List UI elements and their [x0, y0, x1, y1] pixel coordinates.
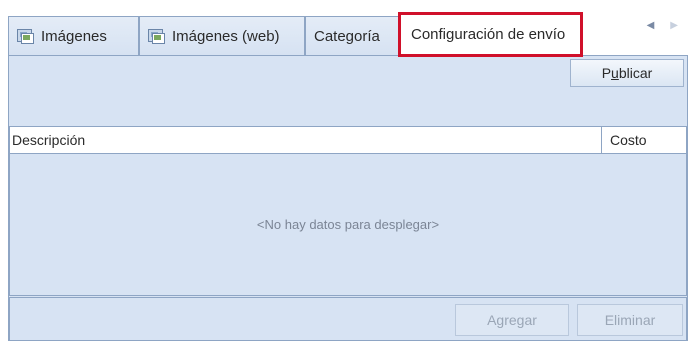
- tab-scroll-right-icon[interactable]: ▶: [670, 20, 678, 31]
- column-header-costo[interactable]: Costo: [602, 127, 686, 153]
- grid-header: Descripción Costo: [10, 127, 686, 154]
- publish-label-accel: u: [611, 65, 619, 81]
- tab-imagenes[interactable]: Imágenes: [8, 16, 139, 55]
- tab-configuracion-envio[interactable]: Configuración de envío: [398, 12, 583, 57]
- publish-label-rest: blicar: [618, 65, 653, 81]
- publish-label-prefix: P: [601, 65, 612, 81]
- tab-label: Imágenes (web): [172, 27, 280, 45]
- column-header-descripcion[interactable]: Descripción: [10, 127, 602, 153]
- tab-scroll-arrows: ◀ ▶: [647, 20, 678, 31]
- tab-categoria[interactable]: Categoría: [305, 16, 400, 55]
- delete-button[interactable]: Eliminar: [577, 304, 683, 336]
- image-web-icon: [148, 28, 165, 44]
- shipping-grid: Descripción Costo <No hay datos para des…: [9, 126, 687, 296]
- empty-message: <No hay datos para desplegar>: [256, 217, 440, 232]
- tab-imagenes-web[interactable]: Imágenes (web): [139, 16, 305, 55]
- tab-label: Categoría: [314, 27, 380, 45]
- publish-button[interactable]: Pu blicar: [570, 59, 684, 87]
- tab-scroll-left-icon[interactable]: ◀: [647, 20, 655, 31]
- image-icon: [17, 28, 34, 44]
- tab-label: Imágenes: [41, 27, 107, 45]
- add-button[interactable]: Agregar: [455, 304, 569, 336]
- tab-strip: Imágenes Imágenes (web) Categoría Config…: [8, 12, 688, 57]
- action-bar: Agregar Eliminar: [9, 297, 687, 341]
- tab-label: Configuración de envío: [411, 26, 566, 43]
